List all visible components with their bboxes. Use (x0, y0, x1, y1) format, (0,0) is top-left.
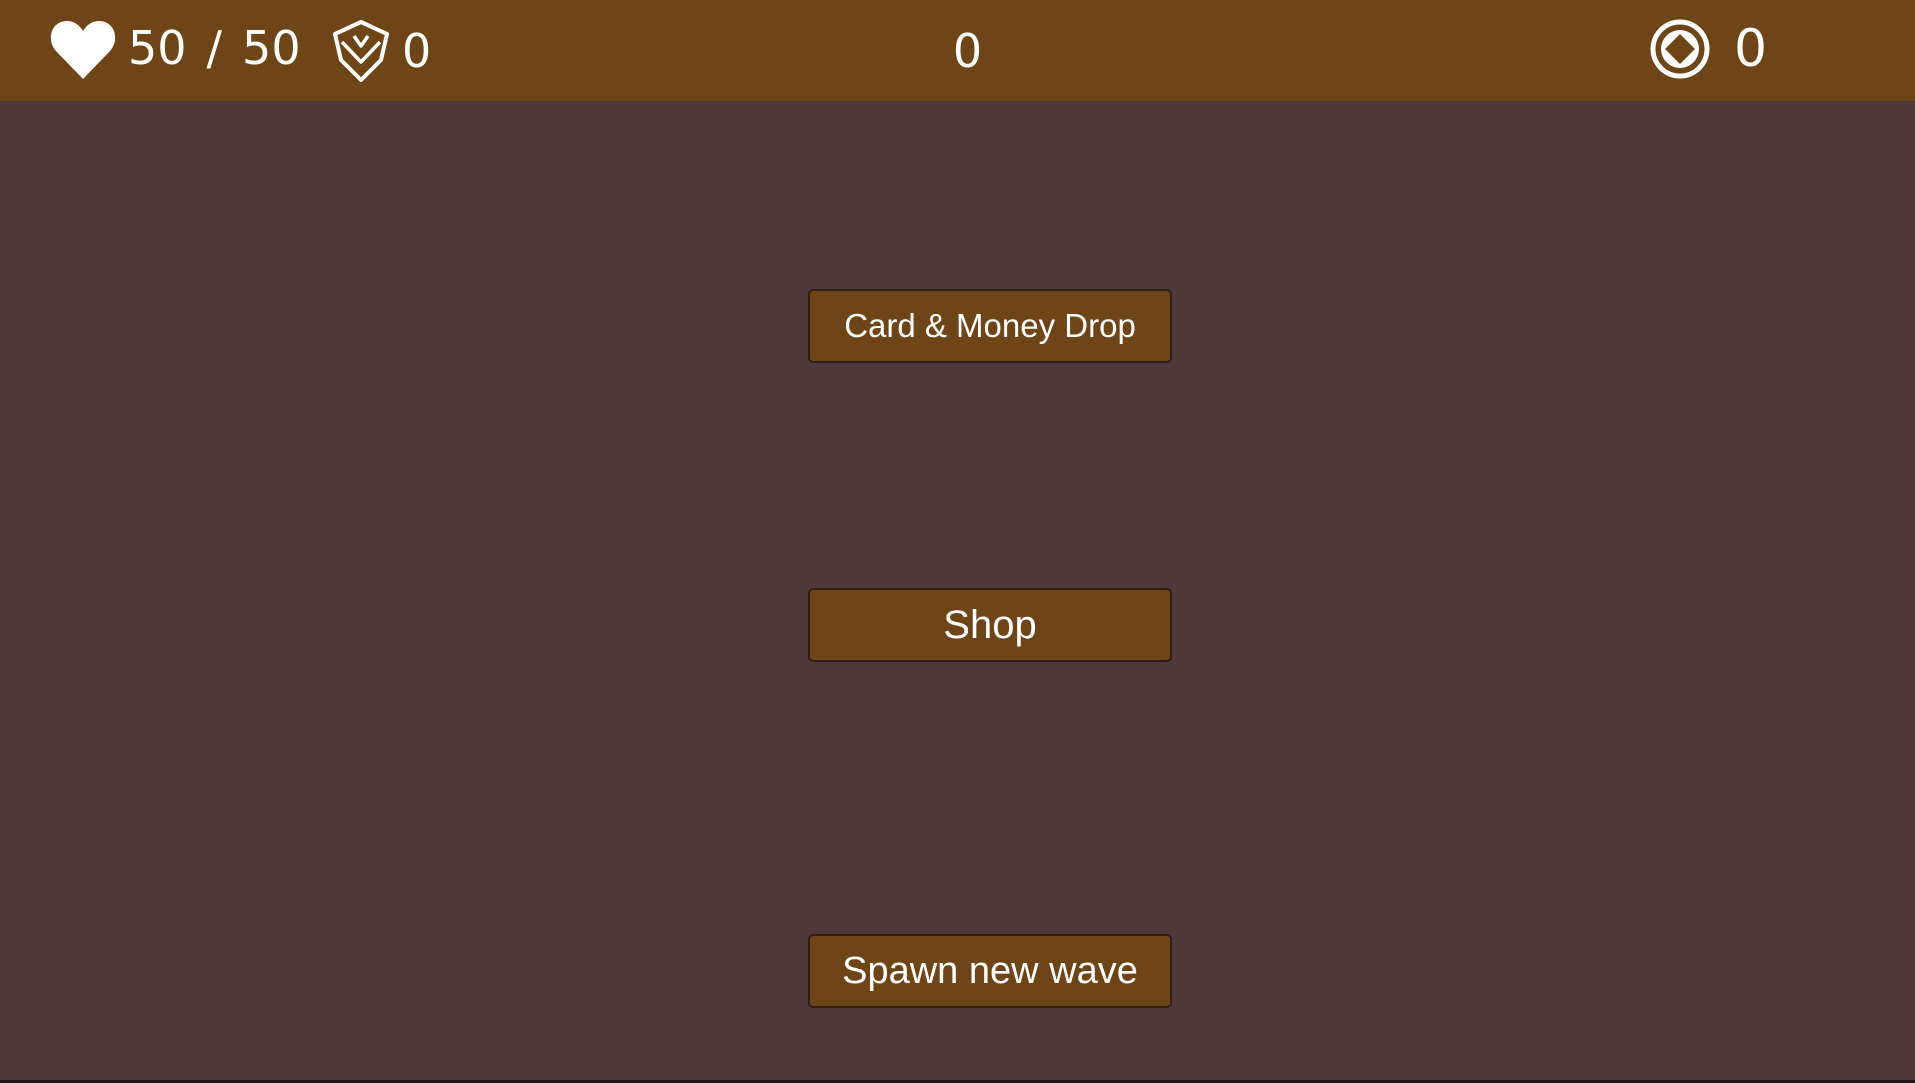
health-display: 50 / 50 (50, 14, 301, 82)
health-max: 50 (242, 21, 301, 75)
heart-icon (50, 15, 116, 81)
shop-button[interactable]: Shop (808, 588, 1172, 662)
shield-display: 0 (332, 20, 431, 82)
spawn-wave-button[interactable]: Spawn new wave (808, 934, 1172, 1008)
center-counter: 0 (940, 28, 995, 74)
center-counter-value: 0 (952, 24, 983, 78)
card-money-drop-button[interactable]: Card & Money Drop (808, 289, 1172, 363)
coin-icon (1650, 19, 1710, 79)
coin-value: 0 (1734, 19, 1768, 79)
health-separator: / (206, 21, 223, 75)
coin-display: 0 (1650, 18, 1767, 80)
game-area: Card & Money Drop Shop Spawn new wave (0, 101, 1915, 1080)
health-current: 50 (128, 21, 187, 75)
shield-value: 0 (402, 24, 432, 78)
top-hud-bar: 50 / 50 0 0 0 (0, 0, 1915, 101)
shield-icon (332, 20, 390, 82)
